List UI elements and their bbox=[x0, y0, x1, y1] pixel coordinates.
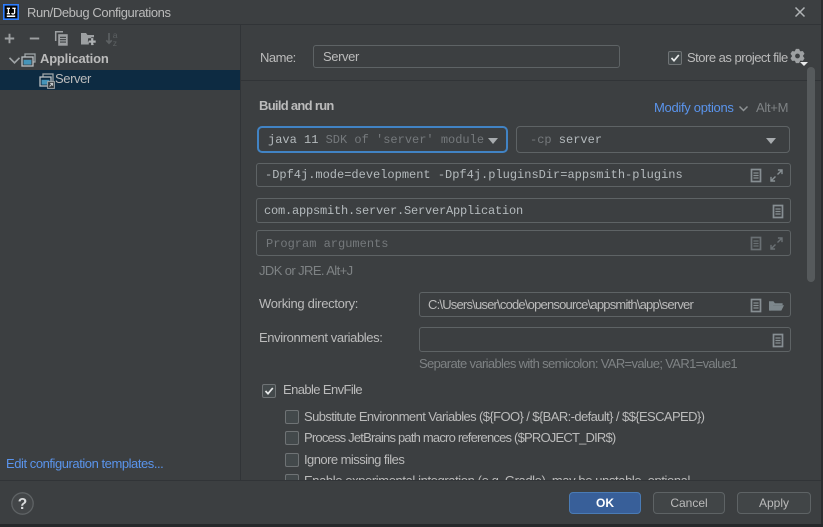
svg-text:?: ? bbox=[18, 496, 27, 513]
svg-text:z: z bbox=[113, 38, 117, 46]
